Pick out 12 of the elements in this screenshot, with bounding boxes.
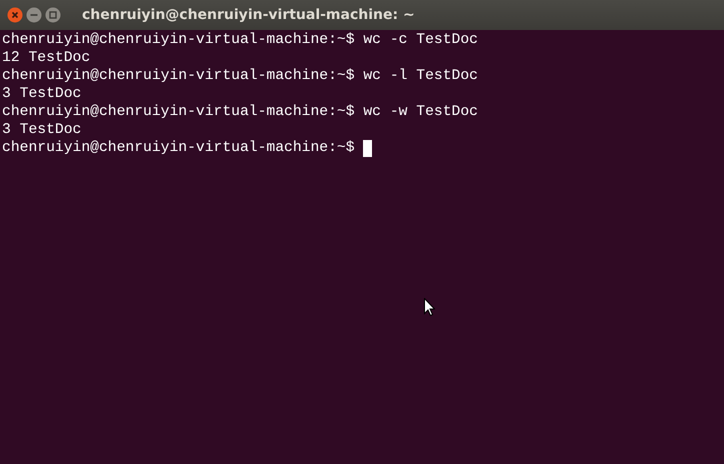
terminal-line: chenruiyin@chenruiyin-virtual-machine:~$ bbox=[2, 139, 356, 157]
minimize-icon[interactable] bbox=[26, 7, 42, 23]
terminal-line: chenruiyin@chenruiyin-virtual-machine:~$ wc -l TestDoc bbox=[2, 67, 478, 85]
terminal-line: chenruiyin@chenruiyin-virtual-machine:~$ wc -c TestDoc bbox=[2, 31, 478, 49]
terminal-line: 3 TestDoc bbox=[2, 85, 82, 103]
mouse-pointer-icon bbox=[424, 298, 435, 316]
close-icon[interactable] bbox=[7, 7, 23, 23]
terminal-line: 12 TestDoc bbox=[2, 49, 90, 67]
terminal-line: chenruiyin@chenruiyin-virtual-machine:~$ wc -w TestDoc bbox=[2, 103, 478, 121]
window-title: chenruiyin@chenruiyin-virtual-machine: ~ bbox=[82, 7, 415, 23]
terminal-line: 3 TestDoc bbox=[2, 121, 82, 139]
maximize-icon[interactable] bbox=[45, 7, 61, 23]
